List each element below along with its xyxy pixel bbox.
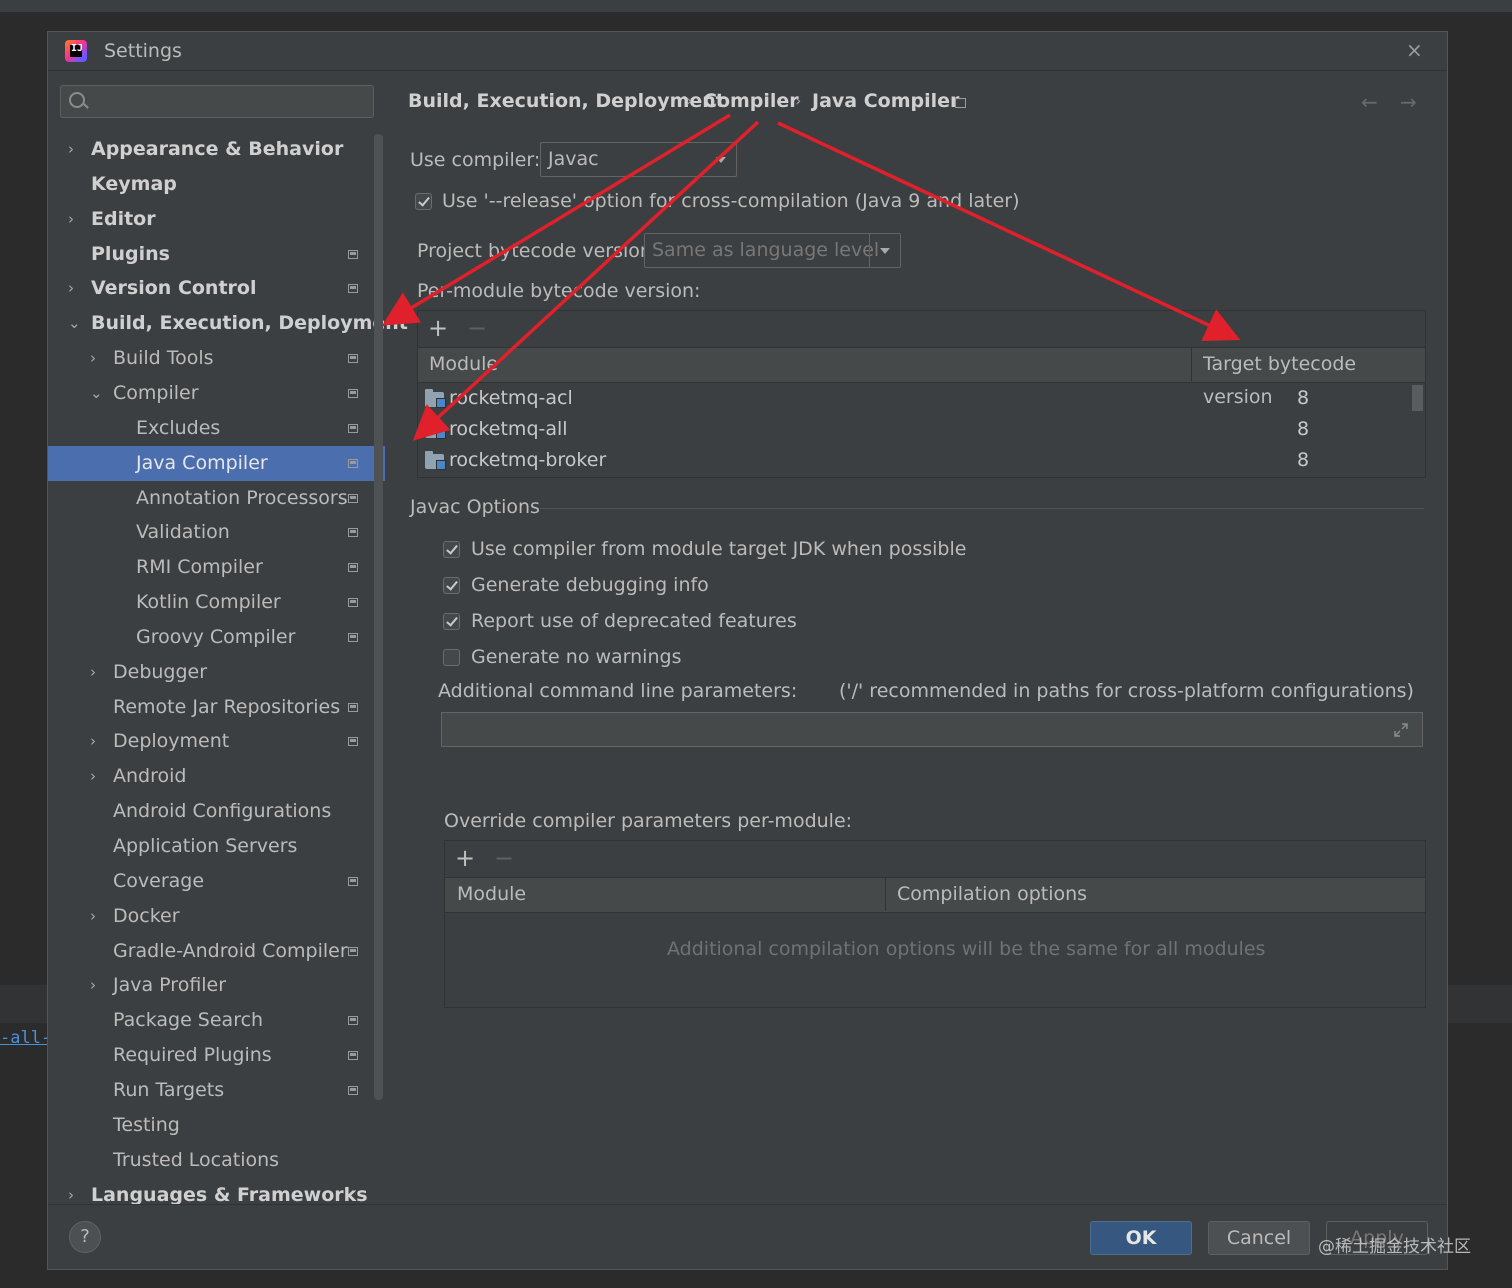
annotation-arrow — [777, 121, 1241, 341]
annotation-arrow — [382, 113, 731, 326]
annotation-arrows — [382, 113, 1241, 441]
watermark: @稀土掘金技术社区 — [1318, 1237, 1471, 1257]
annotation-arrow — [412, 120, 760, 441]
